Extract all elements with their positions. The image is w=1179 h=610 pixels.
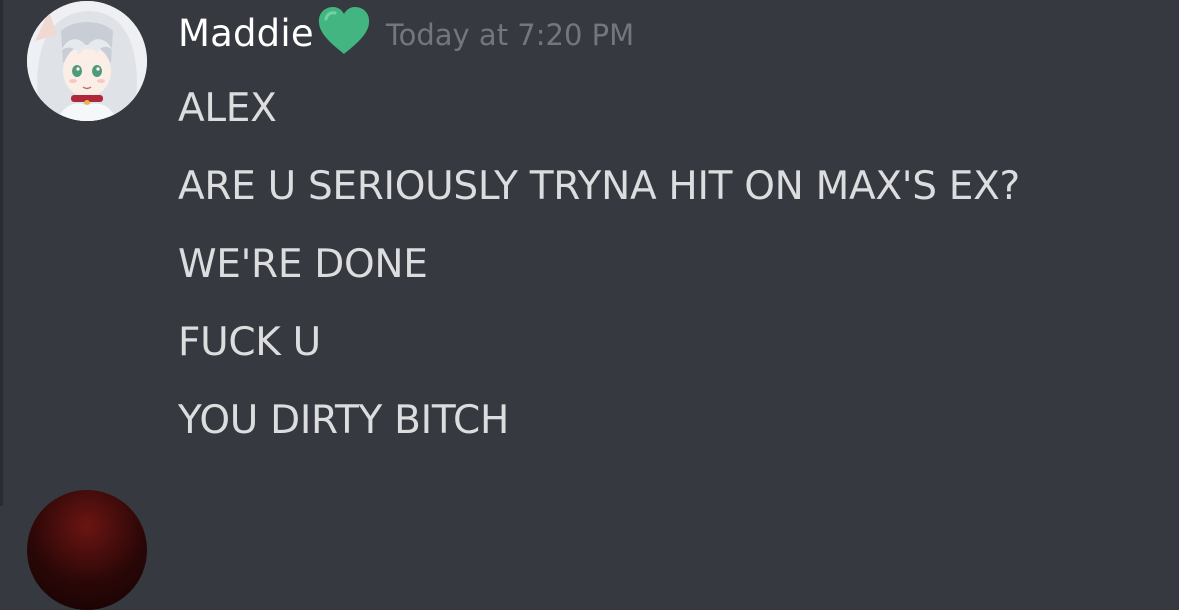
next-message-avatar[interactable] bbox=[27, 490, 147, 610]
message-content: ALEX ARE U SERIOUSLY TRYNA HIT ON MAX'S … bbox=[178, 70, 1020, 460]
green-heart-icon bbox=[316, 5, 372, 57]
avatar-image bbox=[27, 1, 147, 121]
message-line[interactable]: FUCK U bbox=[178, 304, 1020, 382]
message-line[interactable]: WE'RE DONE bbox=[178, 226, 1020, 304]
message-line[interactable]: ALEX bbox=[178, 70, 1020, 148]
timestamp: Today at 7:20 PM bbox=[385, 18, 635, 52]
avatar[interactable] bbox=[27, 1, 147, 121]
message-line[interactable]: YOU DIRTY BITCH bbox=[178, 382, 1020, 460]
message-group: Maddie Today at 7:20 PM ALEX ARE U SERIO… bbox=[0, 0, 1179, 470]
message-line[interactable]: ARE U SERIOUSLY TRYNA HIT ON MAX'S EX? bbox=[178, 148, 1020, 226]
message-header: Maddie Today at 7:20 PM bbox=[178, 4, 634, 62]
username[interactable]: Maddie bbox=[178, 15, 314, 52]
